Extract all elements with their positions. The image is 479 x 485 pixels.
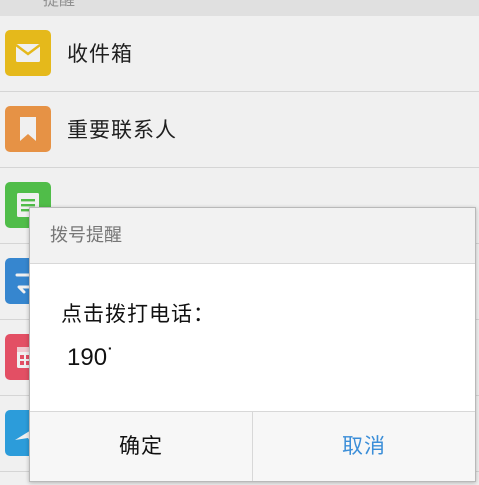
dialog-button-bar: 确定 取消	[30, 411, 475, 481]
dial-confirm-dialog: 拨号提醒 点击拨打电话： 190˙ 确定 取消	[29, 207, 476, 482]
phone-number: 190˙	[67, 344, 116, 371]
dialog-header: 拨号提醒	[30, 208, 475, 264]
confirm-button[interactable]: 确定	[30, 412, 253, 481]
cancel-button[interactable]: 取消	[253, 412, 475, 481]
dialog-message: 点击拨打电话：	[61, 302, 215, 326]
dialog-title: 拨号提醒	[50, 225, 122, 246]
